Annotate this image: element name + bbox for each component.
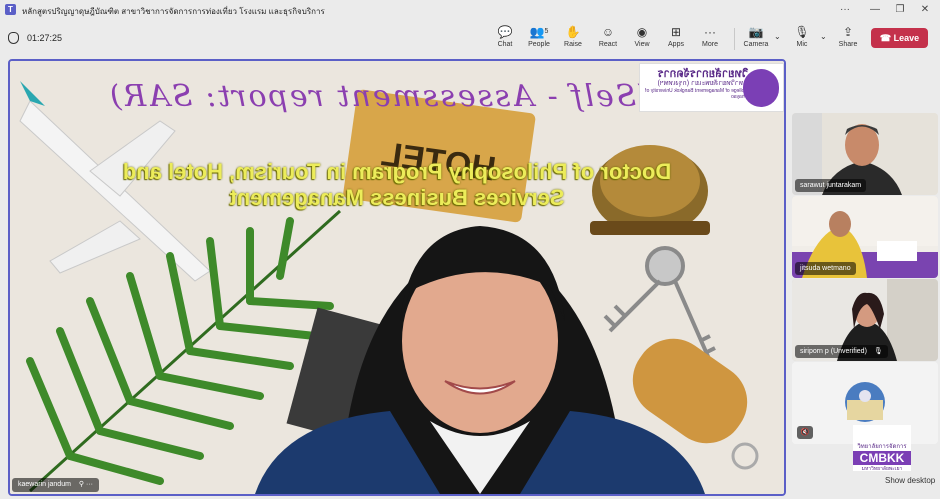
restore-button[interactable]: ❐ [889,2,911,18]
people-count: 5 [544,28,549,35]
participant-name: jitsuda wetmano [795,262,856,275]
camera-button[interactable]: 📷 Camera [739,24,773,54]
react-label: React [598,41,618,48]
chat-icon: 💬 [497,25,513,39]
pin-more-icon[interactable]: ⚲ ··· [79,481,93,488]
participant-name-tag: siriporn p (Unverified) 🎙 [795,345,888,358]
people-button[interactable]: 👥5 People [522,24,556,54]
cmbkk-thai-bottom: มหาวิทยาลัยพะเยา [861,466,903,472]
hand-icon: ✋ [565,25,581,39]
phone-icon: ☎ [879,33,892,43]
speaker-name-tag: kaewarin jandum ⚲ ··· [12,478,99,492]
toolbar-divider [734,28,735,50]
speaker-name: kaewarin jandum [18,481,71,488]
smiley-icon: ☺ [601,25,615,39]
people-label: People [528,41,550,48]
camera-label: Camera [743,41,769,48]
program-name-mirrored: Doctor of Philosophy Program in Tourism,… [10,159,784,211]
chat-label: Chat [497,41,513,48]
react-button[interactable]: ☺ React [591,24,625,54]
slide-title-mirrored: (Self - Assessment report: SAR) [108,79,650,114]
virtual-background: HOTEL [10,61,784,494]
view-label: View [634,41,650,48]
participant-tile[interactable]: sarawut juntarakam [792,113,938,195]
mic-icon: 🎙 [873,348,883,355]
share-icon: ⇪ [842,25,854,39]
more-label: More [702,41,718,48]
main-speaker-video[interactable]: HOTEL (Self - Assessment report: SAR) Do… [8,59,786,496]
meeting-timer: 01:27:25 [27,33,63,43]
college-logo-text: วิทยาลัยการจัดการ มหาวิทยาลัยพะเยา (กรุง… [645,68,748,100]
mic-muted-icon: 🔇 [797,426,813,439]
more-icon: ··· [704,25,716,39]
apps-icon: ⊞ [670,25,682,39]
window-title: หลักสูตรปริญญาดุษฎีบัณฑิต สาขาวิชาการจัด… [22,7,325,16]
share-label: Share [838,41,858,48]
teams-icon: T [5,4,16,15]
participant-tile[interactable]: siriporn p (Unverified) 🎙 [792,279,938,361]
mic-options-chevron-icon[interactable]: ⌄ [820,32,827,41]
raise-hand-button[interactable]: ✋ Raise [556,24,590,54]
cmbkk-name: CMBKK [853,451,911,465]
meeting-toolbar: 01:27:25 💬 Chat 👥5 People ✋ Raise ☺ Reac… [0,20,940,56]
cmbkk-thai-top: วิทยาลัยการจัดการ [857,444,907,450]
more-options-icon[interactable]: ··· [834,2,856,18]
mic-label: Mic [796,41,808,48]
view-icon: ◉ [636,25,648,39]
share-button[interactable]: ⇪ Share [831,24,865,54]
mic-button[interactable]: 🎙 Mic [785,24,819,54]
apps-button[interactable]: ⊞ Apps [659,24,693,54]
mic-muted-icon: 🎙 [794,25,810,39]
camera-off-icon: 📷 [748,25,764,39]
participant-name: sarawut juntarakam [795,179,867,192]
apps-label: Apps [668,41,684,48]
program-line-2: Services Business Management [229,185,565,210]
minimize-button[interactable]: — [864,2,886,18]
more-button[interactable]: ··· More [693,24,727,54]
show-desktop-button[interactable]: Show desktop [885,476,935,485]
view-button[interactable]: ◉ View [625,24,659,54]
leave-label: Leave [893,33,920,43]
camera-options-chevron-icon[interactable]: ⌄ [774,32,781,41]
leave-button[interactable]: ☎ Leave [871,28,928,48]
participant-tile[interactable]: jitsuda wetmano [792,196,938,278]
raise-label: Raise [564,41,582,48]
cmbkk-logo: วิทยาลัยการจัดการ CMBKK มหาวิทยาลัยพะเยา [853,425,911,472]
chat-button[interactable]: 💬 Chat [488,24,522,54]
title-bar: T หลักสูตรปริญญาดุษฎีบัณฑิต สาขาวิชาการจ… [0,0,940,20]
university-seal-icon [743,69,779,107]
college-logo: วิทยาลัยการจัดการ มหาวิทยาลัยพะเยา (กรุง… [639,63,784,112]
close-button[interactable]: ✕ [914,2,936,18]
participant-name: siriporn p (Unverified) [800,348,867,355]
people-icon: 👥5 [529,25,549,39]
shield-icon [8,32,19,44]
program-line-1: Doctor of Philosophy Program in Tourism,… [122,159,672,184]
